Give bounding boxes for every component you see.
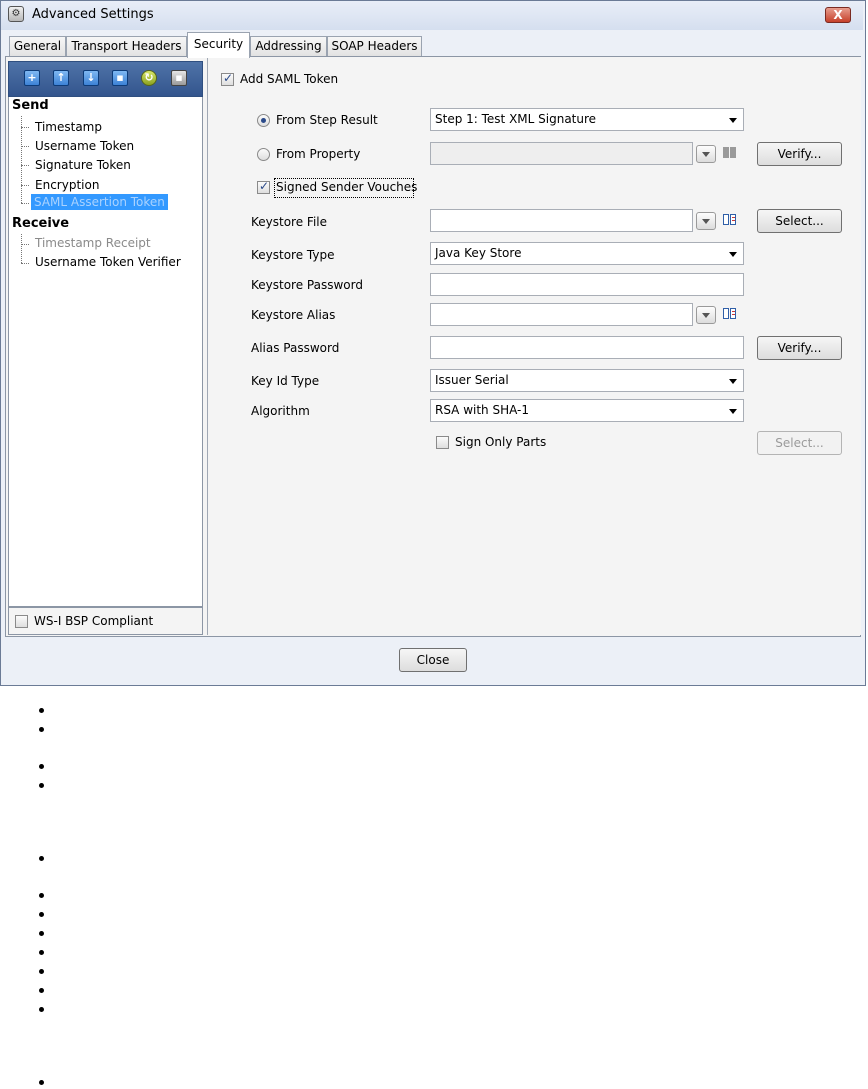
tree-connector xyxy=(21,146,29,147)
app-icon: ⚙ xyxy=(8,6,24,22)
signed-sender-vouches-checkbox[interactable] xyxy=(257,179,270,194)
save-icon[interactable]: ▪ xyxy=(171,70,187,86)
list-bullet xyxy=(39,988,44,993)
keystore-file-dropdown-button[interactable] xyxy=(696,212,716,230)
tree-connector xyxy=(21,127,29,128)
list-bullet xyxy=(39,969,44,974)
tree-group-send[interactable]: Send xyxy=(12,98,49,113)
tree-item-saml-assertion-token[interactable]: SAML Assertion Token xyxy=(31,194,168,210)
algorithm-label: Algorithm xyxy=(251,404,310,418)
keystore-password-label: Keystore Password xyxy=(251,278,363,292)
tree-connector xyxy=(21,244,29,245)
list-bullet xyxy=(39,856,44,861)
alias-password-field[interactable] xyxy=(430,336,744,359)
keystore-alias-label: Keystore Alias xyxy=(251,308,336,322)
key-id-type-label: Key Id Type xyxy=(251,374,320,388)
keystore-file-field[interactable] xyxy=(430,209,693,232)
alias-password-label: Alias Password xyxy=(251,341,340,355)
tree-item-timestamp[interactable]: Timestamp xyxy=(35,120,102,134)
chevron-down-icon xyxy=(725,370,741,391)
list-bullet xyxy=(39,893,44,898)
chevron-down-icon xyxy=(725,400,741,421)
close-window-icon[interactable]: X xyxy=(825,7,851,23)
list-bullet xyxy=(39,1007,44,1012)
list-bullet xyxy=(39,1080,44,1085)
verify-alias-button[interactable]: Verify... xyxy=(757,336,842,360)
keystore-alias-field[interactable] xyxy=(430,303,693,326)
tree-connector xyxy=(21,234,22,263)
tree-item-signature-token[interactable]: Signature Token xyxy=(35,158,131,172)
tree-connector xyxy=(21,185,29,186)
signed-sender-vouches-label: Signed Sender Vouches xyxy=(276,180,418,194)
list-bullet xyxy=(39,783,44,788)
tree-connector xyxy=(21,116,22,203)
keystore-password-field[interactable] xyxy=(430,273,744,296)
algorithm-select[interactable]: RSA with SHA-1 xyxy=(430,399,744,422)
list-bullet xyxy=(39,764,44,769)
list-bullet xyxy=(39,727,44,732)
chevron-down-icon xyxy=(725,243,741,264)
add-saml-token-checkbox[interactable] xyxy=(221,71,234,86)
from-property-radio[interactable] xyxy=(257,148,270,161)
browse-file-icon[interactable] xyxy=(723,213,737,227)
chevron-down-icon xyxy=(725,109,741,130)
key-id-type-select[interactable]: Issuer Serial xyxy=(430,369,744,392)
tree-item-username-token-verifier[interactable]: Username Token Verifier xyxy=(35,255,181,269)
tab-transport-headers[interactable]: Transport Headers xyxy=(66,36,187,56)
bsp-compliant-checkbox[interactable] xyxy=(15,615,28,628)
tree-group-receive[interactable]: Receive xyxy=(12,216,69,231)
add-saml-token-label: Add SAML Token xyxy=(240,72,339,86)
list-bullet xyxy=(39,912,44,917)
tab-general[interactable]: General xyxy=(9,36,66,56)
tree-item-timestamp-receipt[interactable]: Timestamp Receipt xyxy=(35,236,151,250)
keystore-type-label: Keystore Type xyxy=(251,248,335,262)
window-title: Advanced Settings xyxy=(32,7,154,22)
list-bullet xyxy=(39,931,44,936)
tree-item-username-token[interactable]: Username Token xyxy=(35,139,134,153)
move-down-icon[interactable]: ↓ xyxy=(83,70,99,86)
tree-connector xyxy=(21,165,29,166)
browse-alias-icon[interactable] xyxy=(723,307,737,321)
keystore-type-select[interactable]: Java Key Store xyxy=(430,242,744,265)
close-button[interactable]: Close xyxy=(399,648,467,672)
from-step-result-label: From Step Result xyxy=(276,113,378,127)
keystore-alias-dropdown-button[interactable] xyxy=(696,306,716,324)
select-parts-button[interactable]: Select... xyxy=(757,431,842,455)
tree-connector xyxy=(21,203,29,204)
select-keystore-button[interactable]: Select... xyxy=(757,209,842,233)
from-property-label: From Property xyxy=(276,147,361,161)
keystore-file-label: Keystore File xyxy=(251,215,328,229)
refresh-icon[interactable]: ↻ xyxy=(141,70,157,86)
tab-security[interactable]: Security xyxy=(187,32,250,58)
sign-only-parts-label: Sign Only Parts xyxy=(455,435,547,449)
property-browse-icon[interactable] xyxy=(723,146,737,160)
delete-icon[interactable]: ▪ xyxy=(112,70,128,86)
list-bullet xyxy=(39,950,44,955)
from-step-result-radio[interactable] xyxy=(257,114,270,127)
bsp-compliant-label: WS-I BSP Compliant xyxy=(34,614,154,628)
list-bullet xyxy=(39,708,44,713)
move-up-icon[interactable]: ↑ xyxy=(53,70,69,86)
verify-property-button[interactable]: Verify... xyxy=(757,142,842,166)
security-tree: Send Timestamp Username Token Signature … xyxy=(8,97,203,607)
property-field[interactable] xyxy=(430,142,693,165)
step-result-select[interactable]: Step 1: Test XML Signature xyxy=(430,108,744,131)
sign-only-parts-checkbox[interactable] xyxy=(436,436,449,449)
tree-toolbar: + ↑ ↓ ▪ ↻ ▪ xyxy=(8,61,203,97)
tab-soap-headers[interactable]: SOAP Headers xyxy=(327,36,422,56)
tree-connector xyxy=(21,263,29,264)
property-dropdown-button[interactable] xyxy=(696,145,716,163)
tab-addressing[interactable]: Addressing xyxy=(250,36,327,56)
bsp-row: WS-I BSP Compliant xyxy=(8,607,203,635)
add-icon[interactable]: + xyxy=(24,70,40,86)
tree-item-encryption[interactable]: Encryption xyxy=(35,178,99,192)
